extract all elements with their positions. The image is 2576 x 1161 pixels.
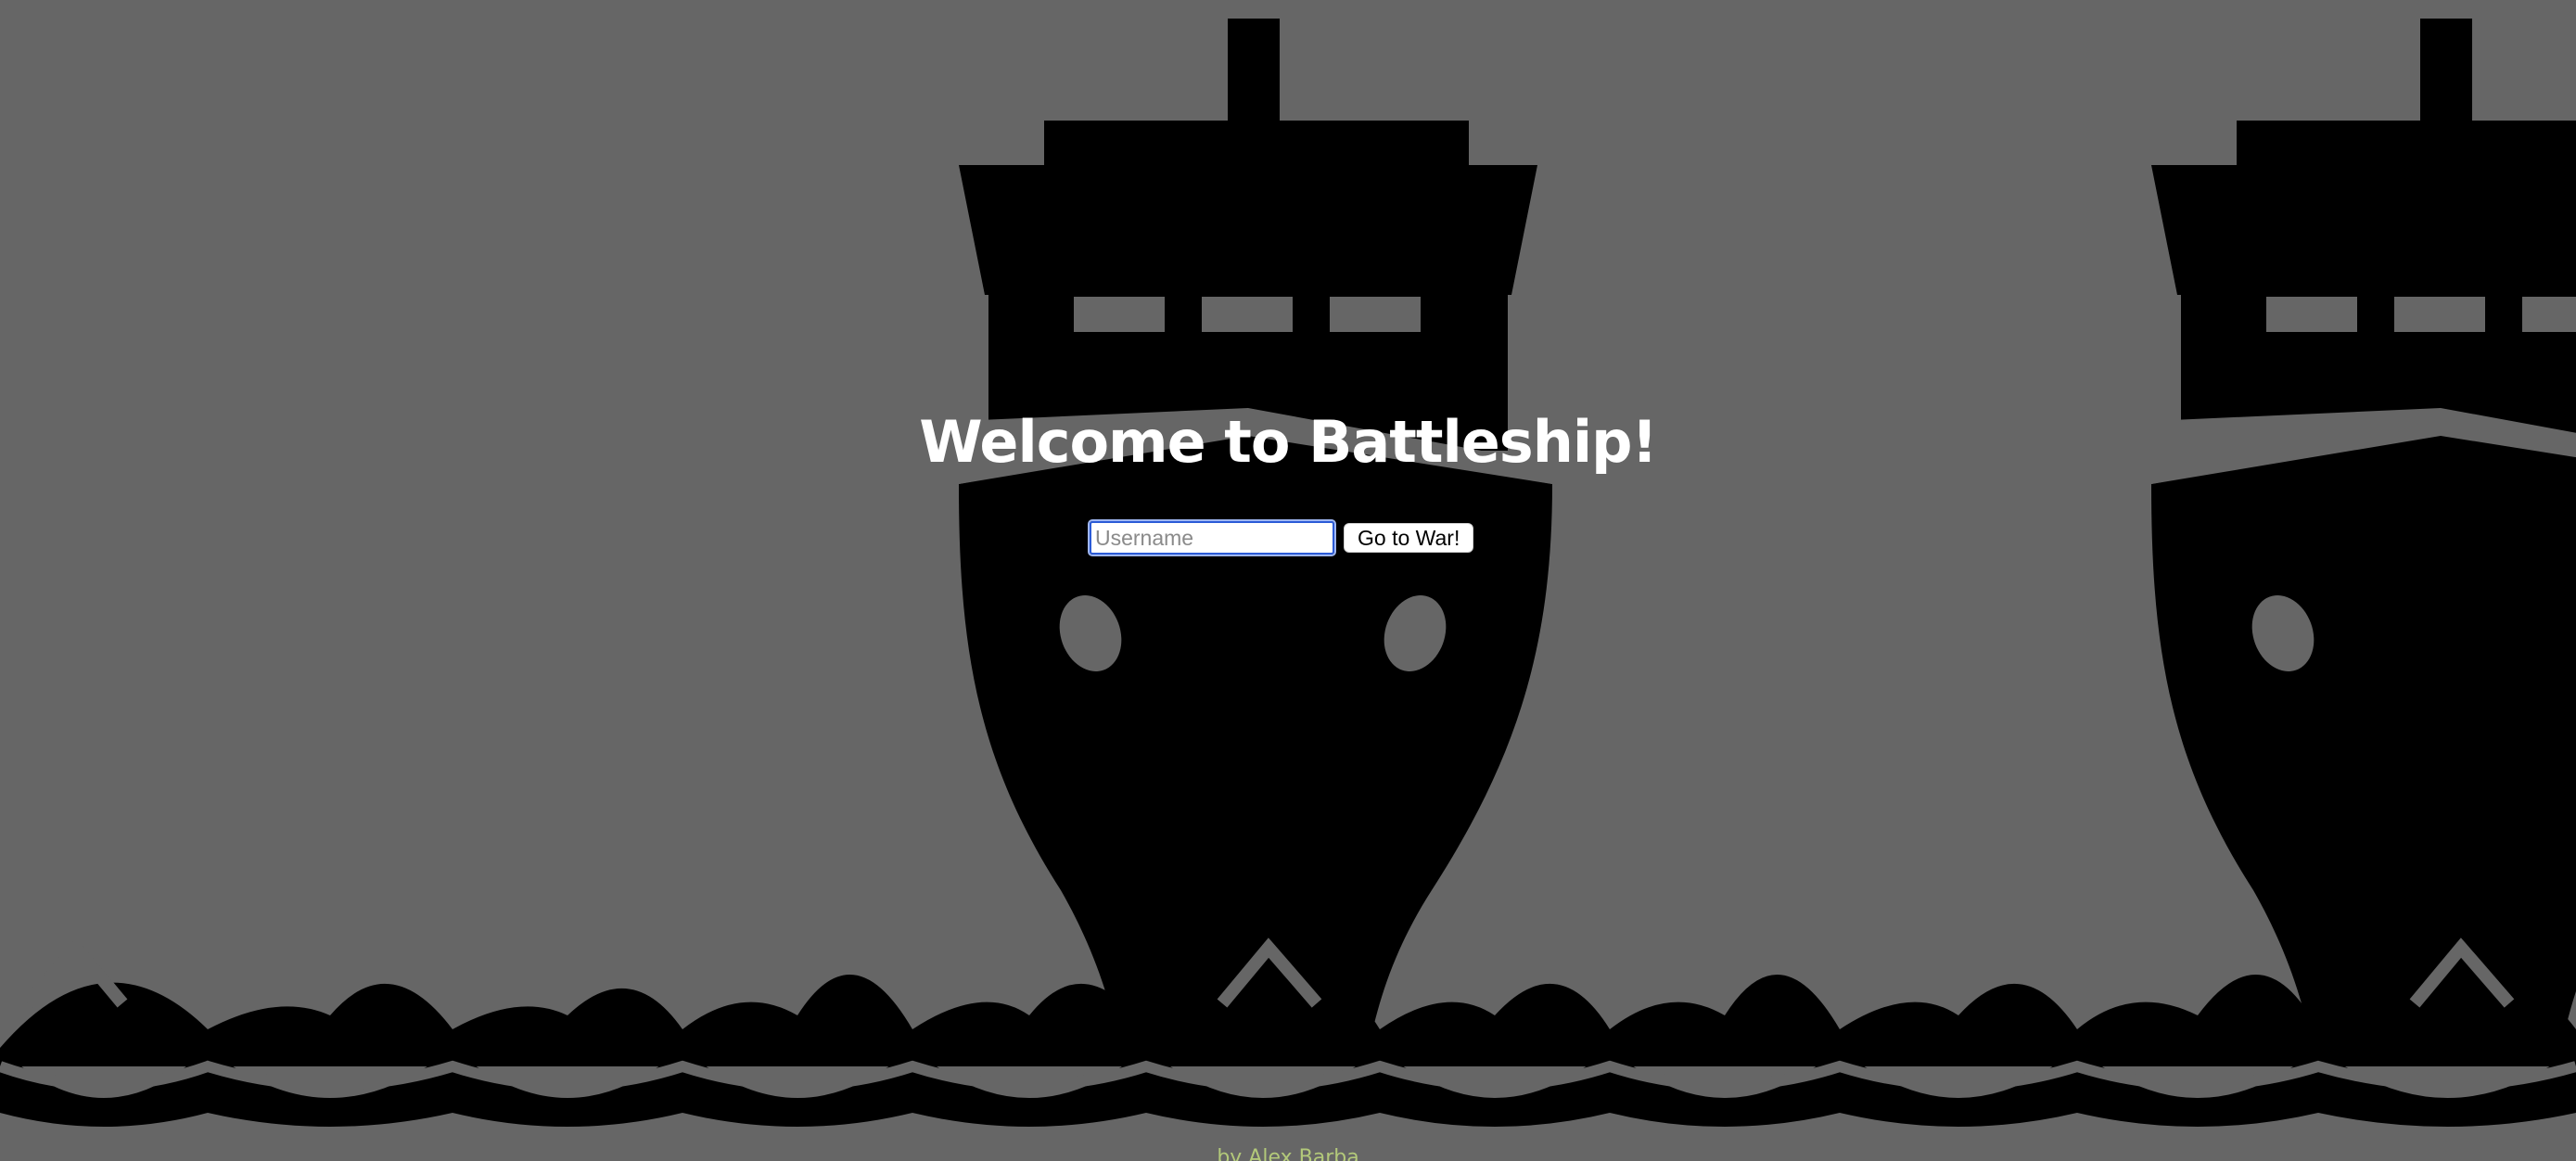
login-form: Go to War! <box>1088 519 1474 556</box>
wave-highlight <box>0 1060 2576 1091</box>
username-input[interactable] <box>1088 519 1336 556</box>
footer-credit: by Alex Barba <box>1217 1146 1359 1161</box>
battleship-landing-page: Welcome to Battleship! Go to War! by Ale… <box>0 0 2576 1161</box>
page-title: Welcome to Battleship! <box>919 408 1658 476</box>
ship-icon <box>2151 19 2576 1057</box>
go-to-war-button[interactable]: Go to War! <box>1344 523 1474 553</box>
ship-background-pattern <box>0 19 2576 1127</box>
wave-crest <box>0 974 2576 1066</box>
